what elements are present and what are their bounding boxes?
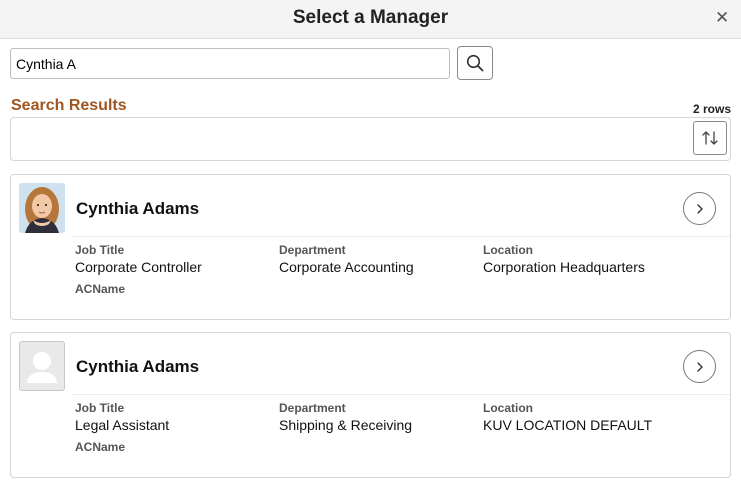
close-icon[interactable]: ✕ (715, 9, 729, 26)
job-title-label: Job Title (75, 243, 125, 257)
department-label: Department (279, 243, 346, 257)
result-card[interactable]: Cynthia Adams Job Title Legal Assistant … (10, 332, 731, 478)
location-label: Location (483, 401, 533, 415)
person-name: Cynthia Adams (76, 357, 200, 376)
job-title-field: Job Title Legal Assistant (75, 401, 169, 433)
job-title-label: Job Title (75, 401, 125, 415)
location-field: Location KUV LOCATION DEFAULT (483, 401, 652, 433)
chevron-right-icon (696, 361, 703, 372)
person-photo (19, 183, 65, 233)
location-value: Corporation Headquarters (483, 259, 645, 275)
divider (71, 394, 730, 395)
location-field: Location Corporation Headquarters (483, 243, 645, 275)
location-label: Location (483, 243, 533, 257)
open-details-button[interactable] (683, 350, 716, 383)
job-title-field: Job Title Corporate Controller (75, 243, 202, 275)
job-title-value: Legal Assistant (75, 417, 170, 433)
sort-button[interactable] (693, 121, 727, 155)
acname-label: ACName (75, 440, 126, 454)
search-input[interactable] (10, 48, 450, 79)
dialog-title: Select a Manager (292, 7, 449, 28)
open-details-button[interactable] (683, 192, 716, 225)
result-card[interactable]: Cynthia Adams Job Title Corporate Contro… (10, 174, 731, 320)
acname-label: ACName (75, 282, 126, 296)
department-field: Department Shipping & Receiving (279, 401, 412, 433)
sort-icon (702, 131, 718, 145)
department-field: Department Corporate Accounting (279, 243, 414, 275)
department-label: Department (279, 401, 346, 415)
department-value: Shipping & Receiving (279, 417, 413, 433)
results-toolbar (10, 117, 731, 161)
divider (71, 236, 730, 237)
search-icon (466, 54, 484, 72)
avatar-placeholder-icon (19, 341, 65, 391)
job-title-value: Corporate Controller (75, 259, 202, 275)
row-count: 2 rows (692, 102, 731, 116)
location-value: KUV LOCATION DEFAULT (483, 417, 653, 433)
person-name: Cynthia Adams (76, 199, 200, 218)
department-value: Corporate Accounting (279, 259, 414, 275)
dialog-header: Select a Manager ✕ (0, 0, 741, 39)
search-results-title: Search Results (11, 97, 127, 114)
search-button[interactable] (457, 46, 493, 80)
chevron-right-icon (696, 203, 703, 214)
